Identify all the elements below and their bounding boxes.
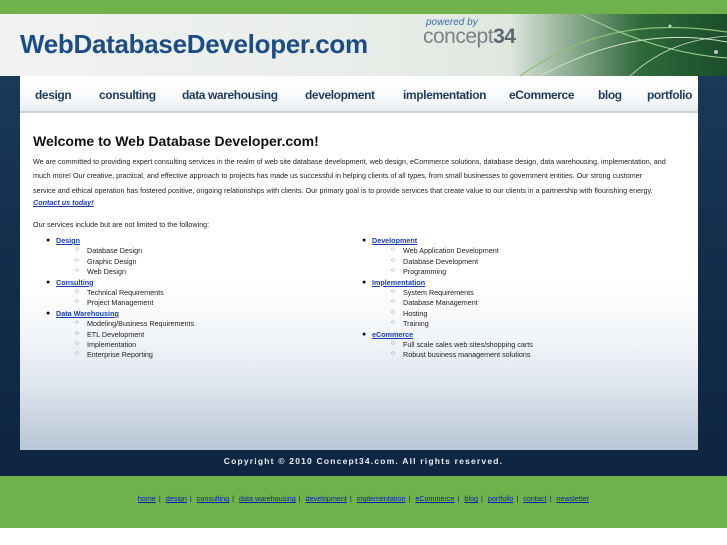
brand-number: 34 bbox=[493, 25, 516, 48]
footer-separator: | bbox=[408, 494, 411, 503]
sub-item-label: Database Management bbox=[403, 298, 478, 308]
site-header: WebDatabaseDeveloper.com powered by conc… bbox=[0, 14, 727, 76]
circle-bullet-icon: ○ bbox=[75, 287, 79, 295]
footer-link-data-warehousing[interactable]: data warehousing bbox=[239, 494, 296, 503]
nav-blog[interactable]: blog bbox=[598, 88, 622, 102]
footer-link-newsletter[interactable]: newsletter bbox=[556, 494, 589, 503]
intro-line: We are committed to providing expert con… bbox=[33, 157, 666, 166]
circle-bullet-icon: ○ bbox=[75, 339, 79, 347]
sub-item-label: Robust business management solutions bbox=[403, 350, 531, 360]
content-panel: design consulting data warehousing devel… bbox=[20, 76, 698, 450]
service-link-development[interactable]: Development bbox=[372, 236, 417, 245]
copyright-text: Copyright © 2010 Concept34.com. All righ… bbox=[223, 456, 504, 466]
footer-link-design[interactable]: design bbox=[166, 494, 187, 503]
intro-line: service and ethical operation has foster… bbox=[33, 185, 653, 195]
nav-data-warehousing[interactable]: data warehousing bbox=[182, 88, 278, 102]
footer-separator: | bbox=[158, 494, 161, 503]
sub-item-label: Technical Requirements bbox=[87, 287, 164, 297]
nav-consulting[interactable]: consulting bbox=[99, 88, 156, 102]
circle-bullet-icon: ○ bbox=[391, 350, 395, 358]
service-link-data-warehousing[interactable]: Data Warehousing bbox=[56, 309, 119, 318]
service-link-implementation[interactable]: Implementation bbox=[372, 278, 425, 287]
bullet-icon: ● bbox=[362, 330, 367, 338]
circle-bullet-icon: ○ bbox=[75, 267, 79, 275]
footer-separator: | bbox=[232, 494, 235, 503]
sub-item-label: Web Application Development bbox=[403, 246, 499, 256]
sub-item-label: Database Development bbox=[403, 256, 479, 266]
circle-bullet-icon: ○ bbox=[75, 350, 79, 358]
footer-separator: | bbox=[298, 494, 301, 503]
page-title: Welcome to Web Database Developer.com! bbox=[33, 133, 319, 149]
bullet-icon: ● bbox=[46, 309, 51, 317]
service-link-ecommerce[interactable]: eCommerce bbox=[372, 330, 413, 339]
intro-paragraph: We are committed to providing expert con… bbox=[33, 155, 693, 198]
footer-link-ecommerce[interactable]: eCommerce bbox=[415, 494, 454, 503]
footer-nav: home | design | consulting | data warehousi… bbox=[0, 494, 727, 503]
footer-link-home[interactable]: home bbox=[138, 494, 156, 503]
sub-item-label: ETL Development bbox=[87, 329, 145, 339]
footer-link-portfolio[interactable]: portfolio bbox=[488, 494, 514, 503]
sub-item-label: Training bbox=[403, 319, 429, 329]
footer-separator: | bbox=[457, 494, 460, 503]
circle-bullet-icon: ○ bbox=[391, 339, 395, 347]
circle-bullet-icon: ○ bbox=[391, 287, 395, 295]
nav-development[interactable]: development bbox=[305, 88, 375, 102]
circle-bullet-icon: ○ bbox=[75, 329, 79, 337]
sub-item-label: Database Design bbox=[87, 246, 143, 256]
circle-bullet-icon: ○ bbox=[391, 267, 395, 275]
footer-link-development[interactable]: development bbox=[306, 494, 347, 503]
circle-bullet-icon: ○ bbox=[75, 256, 79, 264]
footer-link-blog[interactable]: blog bbox=[464, 494, 478, 503]
decorative-swoosh bbox=[520, 14, 727, 76]
sub-item-label: Hosting bbox=[403, 308, 428, 318]
site-logo[interactable]: WebDatabaseDeveloper.com bbox=[20, 29, 368, 60]
brand-word: concept bbox=[423, 25, 494, 48]
concept34-brand[interactable]: concept34 bbox=[423, 25, 516, 49]
bullet-icon: ● bbox=[362, 237, 367, 244]
sub-item-label: Full scale sales web sites/shopping cart… bbox=[403, 339, 533, 349]
services-lead-text: Our services include but are not limited… bbox=[33, 220, 210, 229]
sub-item-label: System Requirements bbox=[403, 287, 474, 297]
sub-item-label: Modeling/Business Requirements bbox=[87, 319, 195, 329]
sub-item-label: Project Management bbox=[87, 298, 154, 308]
footer-separator: | bbox=[549, 494, 552, 503]
circle-bullet-icon: ○ bbox=[391, 308, 395, 316]
footer-link-implementation[interactable]: implementation bbox=[357, 494, 406, 503]
sub-item-label: Web Design bbox=[87, 267, 127, 277]
sub-item-label: Implementation bbox=[87, 339, 137, 349]
nav-design[interactable]: design bbox=[35, 88, 72, 102]
bullet-icon: ● bbox=[46, 237, 51, 244]
circle-bullet-icon: ○ bbox=[391, 298, 395, 306]
circle-bullet-icon: ○ bbox=[75, 298, 79, 306]
circle-bullet-icon: ○ bbox=[391, 246, 395, 254]
sub-item-label: Enterprise Reporting bbox=[87, 350, 153, 360]
service-link-design[interactable]: Design bbox=[56, 236, 80, 245]
nav-ecommerce[interactable]: eCommerce bbox=[509, 88, 575, 102]
footer-link-contact[interactable]: contact bbox=[523, 494, 546, 503]
nav-implementation[interactable]: implementation bbox=[403, 88, 486, 102]
circle-bullet-icon: ○ bbox=[391, 256, 395, 264]
circle-bullet-icon: ○ bbox=[391, 319, 395, 327]
sub-item-label: Programming bbox=[403, 267, 447, 277]
bullet-icon: ● bbox=[362, 278, 367, 286]
service-link-consulting[interactable]: Consulting bbox=[56, 278, 94, 287]
sub-item-label: Graphic Design bbox=[87, 256, 137, 266]
circle-bullet-icon: ○ bbox=[75, 319, 79, 327]
circle-bullet-icon: ○ bbox=[75, 246, 79, 254]
main-nav: design consulting data warehousing devel… bbox=[20, 76, 698, 113]
intro-line: much more! Our creative, practical, and … bbox=[33, 171, 643, 181]
bullet-icon: ● bbox=[46, 278, 51, 286]
footer-separator: | bbox=[480, 494, 483, 503]
footer-separator: | bbox=[516, 494, 519, 503]
footer-separator: | bbox=[189, 494, 192, 503]
footer-separator: | bbox=[349, 494, 352, 503]
nav-portfolio[interactable]: portfolio bbox=[647, 88, 692, 102]
page: WebDatabaseDeveloper.com powered by conc… bbox=[0, 0, 727, 545]
contact-us-link[interactable]: Contact us today! bbox=[33, 198, 94, 207]
footer-link-consulting[interactable]: consulting bbox=[197, 494, 229, 503]
top-green-band bbox=[0, 0, 727, 14]
